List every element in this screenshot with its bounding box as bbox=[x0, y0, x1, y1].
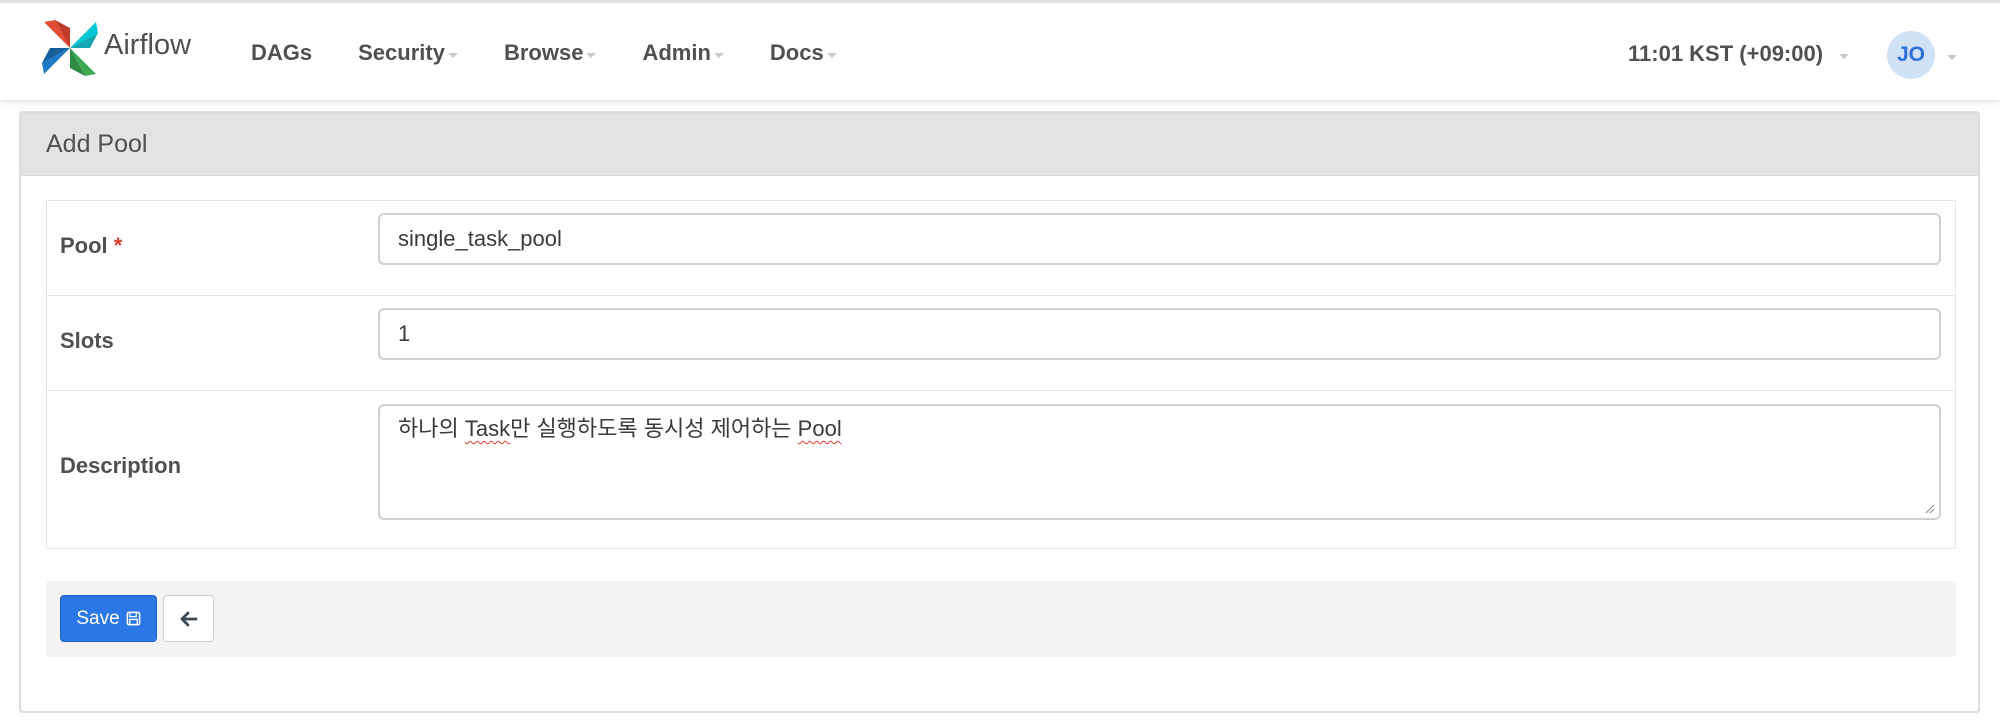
user-menu[interactable]: JO bbox=[1887, 31, 1957, 79]
slots-input[interactable]: 1 bbox=[378, 308, 1941, 360]
nav-item-browse[interactable]: Browse bbox=[503, 40, 597, 66]
description-text: 하나의 bbox=[398, 416, 465, 441]
avatar: JO bbox=[1887, 31, 1935, 79]
back-button[interactable] bbox=[163, 595, 214, 642]
arrow-left-icon bbox=[180, 611, 197, 626]
brand[interactable]: Airflow bbox=[40, 18, 192, 83]
description-text: Task bbox=[464, 416, 511, 441]
airflow-pinwheel-icon bbox=[40, 18, 100, 83]
description-textarea[interactable]: 하나의 Task만 실행하도록 동시성 제어하는 Pool bbox=[378, 404, 1941, 520]
nav-item-label: DAGs bbox=[251, 40, 313, 65]
brand-name: Airflow bbox=[104, 28, 192, 61]
caret-down-icon bbox=[586, 52, 597, 58]
required-marker: * bbox=[113, 233, 123, 258]
nav-item-label: Browse bbox=[503, 40, 584, 65]
nav-item-dags[interactable]: DAGs bbox=[251, 40, 312, 66]
nav-item-label: Admin bbox=[642, 40, 711, 65]
form-actions: Save bbox=[46, 581, 1956, 657]
pool-form: Pool * single_task_pool Slots 1 Descript… bbox=[46, 200, 1956, 549]
nav-item-label: Docs bbox=[769, 40, 824, 65]
add-pool-panel: Add Pool Pool * single_task_pool Slots 1… bbox=[19, 111, 1980, 713]
description-label: Description bbox=[60, 453, 182, 478]
clock-text: 11:01 KST (+09:00) bbox=[1628, 41, 1824, 66]
page-title: Add Pool bbox=[21, 113, 1978, 176]
caret-down-icon bbox=[447, 52, 458, 58]
pool-label: Pool * bbox=[60, 233, 122, 259]
slots-label: Slots bbox=[60, 328, 114, 353]
caret-down-icon bbox=[713, 52, 724, 58]
form-row-description: Description 하나의 Task만 실행하도록 동시성 제어하는 Poo… bbox=[47, 391, 1955, 548]
main-nav: DAGs Security Browse Admin Docs bbox=[251, 3, 883, 103]
caret-down-icon bbox=[1839, 53, 1850, 59]
description-text: Pool bbox=[797, 416, 842, 441]
pool-label-text: Pool bbox=[60, 233, 108, 258]
top-navbar: Airflow DAGs Security Browse Admin Docs … bbox=[0, 0, 2000, 100]
resize-grip-icon[interactable] bbox=[1923, 502, 1935, 514]
nav-item-label: Security bbox=[358, 40, 445, 65]
timezone-clock[interactable]: 11:01 KST (+09:00) bbox=[1628, 41, 1850, 67]
form-row-slots: Slots 1 bbox=[47, 296, 1955, 391]
nav-item-docs[interactable]: Docs bbox=[770, 40, 837, 66]
form-row-pool: Pool * single_task_pool bbox=[47, 201, 1955, 296]
caret-down-icon bbox=[826, 52, 837, 58]
description-text: 만 실행하도록 동시성 제어하는 bbox=[510, 416, 798, 441]
caret-down-icon bbox=[1947, 54, 1957, 60]
floppy-disk-icon bbox=[126, 611, 140, 626]
nav-item-security[interactable]: Security bbox=[358, 40, 458, 66]
pool-name-input[interactable]: single_task_pool bbox=[378, 213, 1941, 265]
nav-item-admin[interactable]: Admin bbox=[642, 40, 724, 66]
save-button[interactable]: Save bbox=[60, 595, 157, 642]
save-button-label: Save bbox=[76, 607, 120, 629]
